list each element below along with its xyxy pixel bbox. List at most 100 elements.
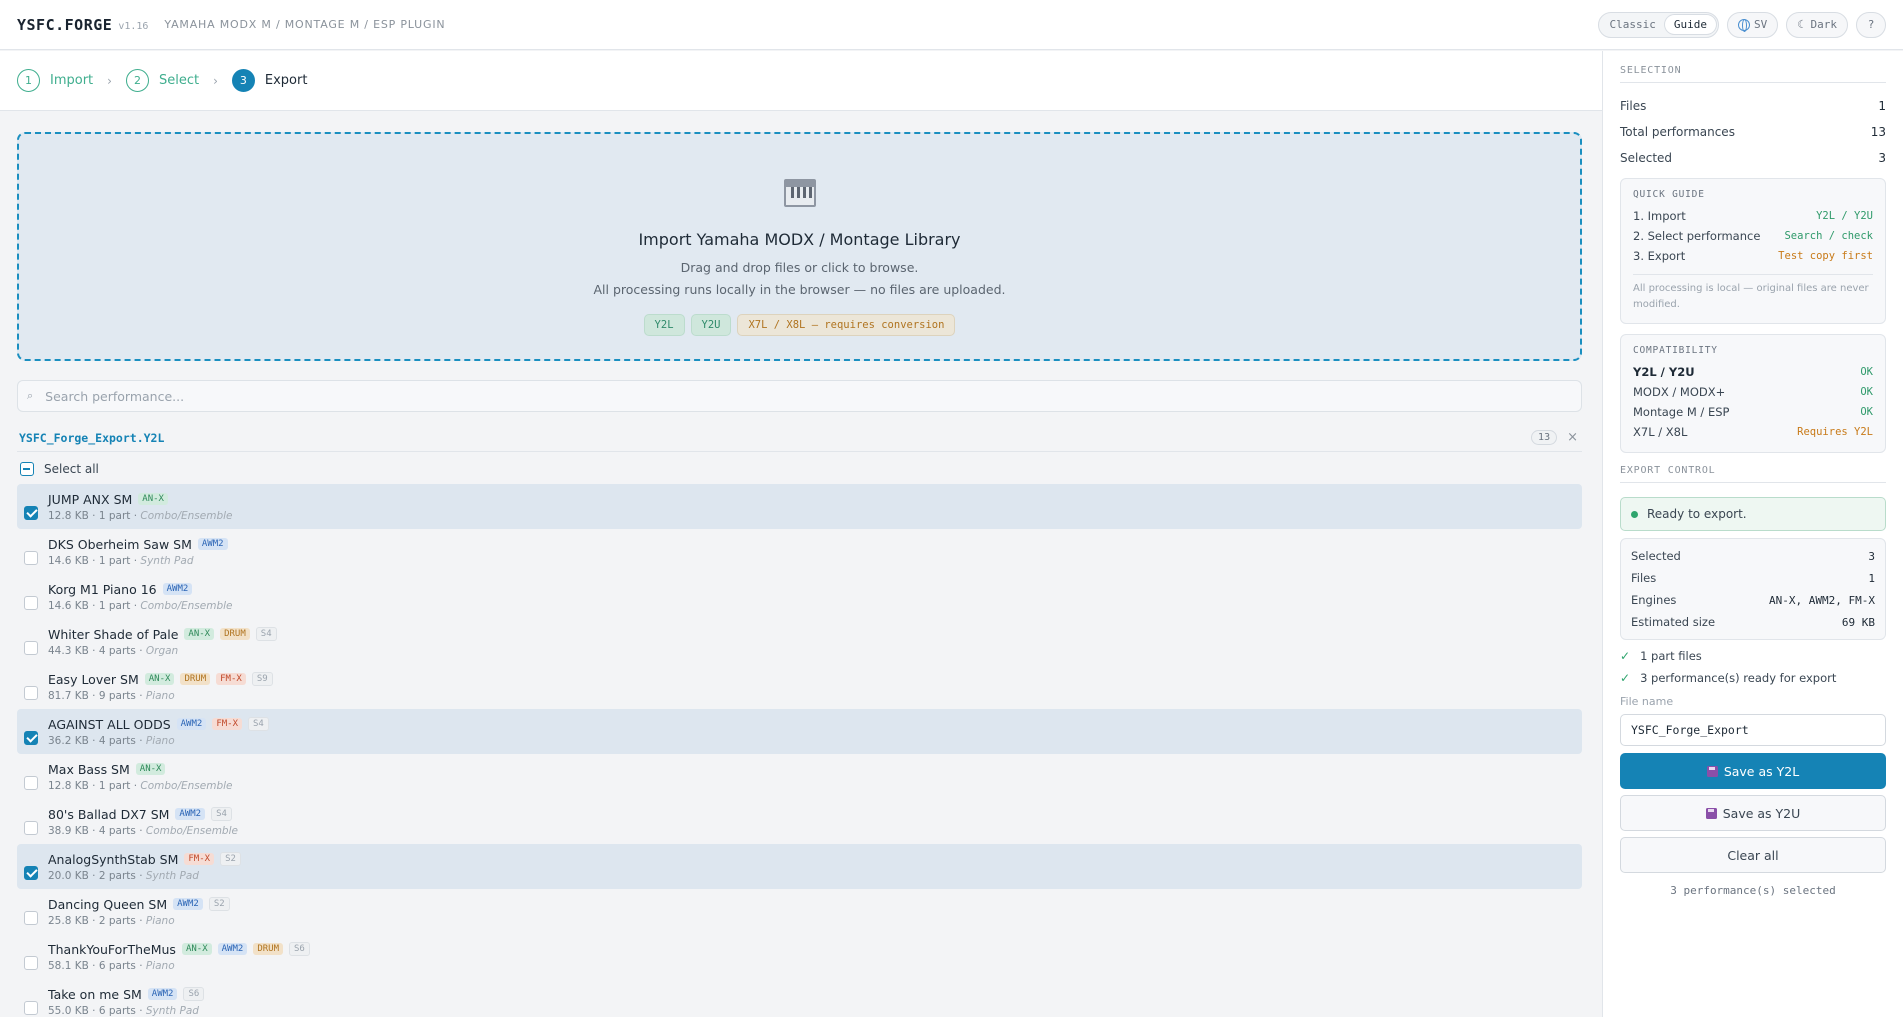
file-size: 58.1 KB — [48, 959, 89, 972]
separator: · — [88, 644, 99, 657]
format-chip-x7l: X7L / X8L — requires conversion — [737, 314, 956, 336]
step-label: Import — [50, 73, 94, 88]
export-status-text: Ready to export. — [1647, 507, 1747, 521]
performance-row[interactable]: ThankYouForTheMus AN-X AWM2 DRUM S6 58.1 KB ·… — [17, 934, 1582, 979]
performance-row[interactable]: Easy Lover SM AN-X DRUM FM-X S9 81.7 KB · 9 p… — [17, 664, 1582, 709]
performance-row[interactable]: Max Bass SM AN-X 12.8 KB · 1 part · Combo/… — [17, 754, 1582, 799]
compat-label: MODX / MODX+ — [1633, 385, 1726, 399]
file-size: 81.7 KB — [48, 689, 89, 702]
stat-value: 1 — [1878, 99, 1886, 113]
piano-icon — [783, 179, 816, 207]
separator: · — [135, 914, 146, 927]
file-dropzone[interactable]: Import Yamaha MODX / Montage Library Dra… — [17, 132, 1582, 361]
separator: · — [88, 599, 99, 612]
stat-files: Files 1 — [1620, 99, 1886, 113]
performance-checkbox[interactable] — [24, 685, 38, 700]
performance-checkbox[interactable] — [24, 595, 38, 610]
performance-checkbox[interactable] — [24, 775, 38, 790]
performance-name: AGAINST ALL ODDS — [48, 716, 171, 732]
sidebar: SELECTION Files 1 Total performances 13 Se… — [1602, 51, 1903, 1017]
performance-category: Combo/Ensemble — [140, 779, 233, 792]
step-number: 3 — [231, 69, 255, 92]
search-input[interactable] — [45, 388, 1546, 404]
performance-row[interactable]: Korg M1 Piano 16 AWM2 14.6 KB · 1 part · C… — [17, 574, 1582, 619]
performance-checkbox[interactable] — [24, 955, 38, 970]
performance-row[interactable]: Dancing Queen SM AWM2 S2 25.8 KB · 2 parts … — [17, 889, 1582, 934]
step-import[interactable]: 1 Import — [17, 69, 93, 92]
step-number: 1 — [17, 69, 40, 92]
quick-guide-heading: QUICK GUIDE — [1633, 189, 1705, 200]
filename-input[interactable]: YSFC_Forge_Export — [1620, 714, 1886, 746]
performance-row[interactable]: Whiter Shade of Pale AN-X DRUM S4 44.3 KB · … — [17, 619, 1582, 664]
separator: · — [135, 644, 146, 657]
separator: · — [135, 1004, 146, 1017]
select-all-checkbox[interactable]: Select all — [20, 462, 99, 476]
performance-meta: 14.6 KB · 1 part · Synth Pad — [48, 555, 228, 567]
performance-row[interactable]: JUMP ANX SM AN-X 12.8 KB · 1 part · Combo/… — [17, 484, 1582, 529]
export-status: Ready to export. — [1620, 497, 1886, 531]
performance-meta: 36.2 KB · 4 parts · Piano — [48, 735, 269, 747]
performance-meta: 55.0 KB · 6 parts · Synth Pad — [48, 1005, 204, 1017]
performance-category: Piano — [145, 914, 175, 927]
file-size: 38.9 KB — [48, 824, 89, 837]
clear-all-button[interactable]: Clear all — [1620, 837, 1886, 873]
part-count: 2 parts — [98, 869, 136, 882]
theme-label: ☾ Dark — [1797, 18, 1837, 31]
engine-tag: AWM2 — [217, 943, 248, 955]
performance-row[interactable]: Take on me SM AWM2 S6 55.0 KB · 6 parts · S… — [17, 979, 1582, 1017]
separator: · — [88, 779, 99, 792]
mode-toggle: Classic Guide — [1597, 11, 1719, 38]
part-count-tag: S4 — [211, 807, 232, 821]
performance-category: Synth Pad — [140, 554, 194, 567]
close-file-icon[interactable]: × — [1567, 430, 1578, 445]
performance-meta: 14.6 KB · 1 part · Combo/Ensemble — [48, 600, 233, 612]
file-size: 55.0 KB — [48, 1004, 89, 1017]
checkmark-icon: ✓ — [1620, 671, 1631, 685]
performance-checkbox[interactable] — [24, 730, 38, 745]
mode-guide-button[interactable]: Guide — [1664, 15, 1716, 34]
performance-name: Dancing Queen SM — [48, 896, 168, 912]
engine-tag: AWM2 — [173, 898, 203, 910]
file-name: YSFC_Forge_Export.Y2L — [19, 430, 165, 445]
save-y2u-button[interactable]: Save as Y2U — [1620, 795, 1886, 831]
help-button[interactable]: ? — [1856, 11, 1886, 38]
part-count-tag: S4 — [255, 627, 277, 641]
part-count: 1 part — [98, 779, 131, 792]
compat-status: OK — [1860, 366, 1873, 378]
summary-label: Selected — [1631, 549, 1681, 563]
performance-checkbox[interactable] — [24, 550, 38, 565]
performance-category: Organ — [145, 644, 179, 657]
performance-row[interactable]: AGAINST ALL ODDS AWM2 FM-X S4 36.2 KB · 4 pa… — [17, 709, 1582, 754]
compat-status: Requires Y2L — [1797, 426, 1873, 438]
guide-label: 1. Import — [1633, 209, 1686, 223]
performance-row[interactable]: 80's Ballad DX7 SM AWM2 S4 38.9 KB · 4 part… — [17, 799, 1582, 844]
export-summary: Selected 3 Files 1 Engines AN-X, AWM2, FM-X… — [1620, 538, 1886, 640]
mode-classic-button[interactable]: Classic — [1601, 15, 1665, 34]
step-export[interactable]: 3 Export — [231, 69, 307, 92]
performance-row[interactable]: DKS Oberheim Saw SM AWM2 14.6 KB · 1 part … — [17, 529, 1582, 574]
performance-checkbox[interactable] — [24, 820, 38, 835]
performance-meta: 58.1 KB · 6 parts · Piano — [48, 960, 310, 972]
performance-checkbox[interactable] — [24, 640, 38, 655]
performance-checkbox[interactable] — [24, 910, 38, 925]
engine-tag: DRUM — [180, 673, 211, 685]
engine-tag: AWM2 — [176, 718, 207, 730]
engine-tag: AWM2 — [175, 808, 206, 820]
guide-label: 3. Export — [1633, 249, 1686, 263]
performance-row[interactable]: AnalogSynthStab SM FM-X S2 20.0 KB · 2 part… — [17, 844, 1582, 889]
language-button[interactable]: SV — [1727, 11, 1779, 38]
step-select[interactable]: 2 Select — [125, 69, 199, 92]
part-count: 4 parts — [98, 644, 136, 657]
engine-tag: AWM2 — [197, 538, 228, 550]
performance-name: 80's Ballad DX7 SM — [48, 806, 170, 822]
performance-checkbox[interactable] — [24, 1000, 38, 1015]
performance-checkbox[interactable] — [24, 505, 38, 520]
save-y2l-button[interactable]: Save as Y2L — [1620, 753, 1886, 789]
step-indicator: 1 Import › 2 Select › 3 Export — [0, 51, 1602, 111]
theme-toggle-button[interactable]: ☾ Dark — [1786, 11, 1848, 38]
performance-meta: 38.9 KB · 4 parts · Combo/Ensemble — [48, 825, 238, 837]
engine-tag: AWM2 — [147, 988, 178, 1000]
chevron-right-icon: › — [107, 73, 112, 88]
summary-value: AN-X, AWM2, FM-X — [1769, 593, 1875, 607]
performance-checkbox[interactable] — [24, 865, 38, 880]
